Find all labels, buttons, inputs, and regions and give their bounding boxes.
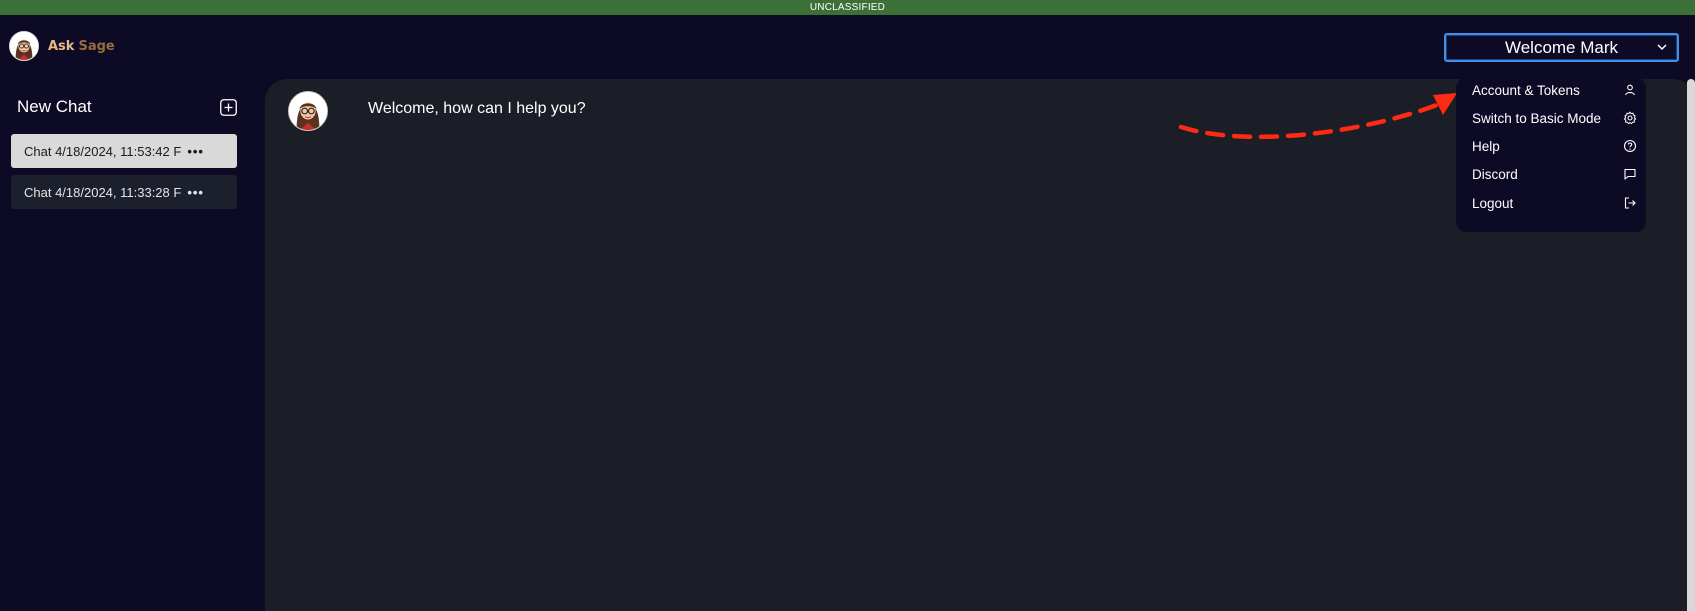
assistant-message: Welcome, how can I help you? [368, 100, 586, 117]
chevron-down-icon [1657, 44, 1667, 51]
menu-item-label: Switch to Basic Mode [1472, 110, 1602, 126]
new-chat-heading: New Chat [17, 97, 92, 116]
user-dropdown-menu: Account & Tokens Switch to Basic Mode He… [1456, 78, 1646, 232]
welcome-label: Welcome Mark [1504, 37, 1619, 57]
chat-history-item[interactable]: Chat 4/18/2024, 11:33:28 F ••• [11, 175, 237, 209]
chat-history-item[interactable]: Chat 4/18/2024, 11:53:42 F ••• [11, 134, 237, 168]
chat-bubble-icon [1624, 168, 1636, 180]
more-options-icon[interactable]: ••• [187, 185, 204, 200]
sage-avatar-icon [9, 31, 39, 61]
menu-item-account-tokens[interactable]: Account & Tokens [1472, 79, 1637, 101]
app-logo[interactable]: Ask Sage [9, 31, 115, 61]
classification-banner: UNCLASSIFIED [0, 0, 1695, 15]
help-circle-icon [1623, 139, 1637, 153]
assistant-avatar-icon [288, 91, 328, 131]
menu-item-help[interactable]: Help [1472, 135, 1637, 157]
menu-item-switch-basic-mode[interactable]: Switch to Basic Mode [1472, 107, 1637, 129]
brand-name: Ask Sage [48, 39, 115, 54]
menu-item-label: Account & Tokens [1472, 82, 1580, 98]
classification-label: UNCLASSIFIED [809, 2, 886, 13]
user-menu-button[interactable]: Welcome Mark [1444, 33, 1679, 62]
add-chat-icon[interactable] [220, 99, 237, 116]
scrollbar[interactable] [1687, 79, 1695, 611]
menu-item-label: Logout [1472, 195, 1514, 211]
brand-ask: Ask [48, 38, 75, 54]
brand-sage: Sage [78, 38, 115, 54]
gear-icon [1623, 111, 1637, 125]
menu-item-label: Help [1472, 138, 1500, 154]
annotation-arrow-icon [1178, 93, 1457, 140]
menu-item-discord[interactable]: Discord [1472, 163, 1637, 185]
logout-icon [1624, 197, 1636, 209]
chat-item-label: Chat 4/18/2024, 11:53:42 F [24, 143, 182, 159]
user-icon [1624, 84, 1636, 96]
menu-item-logout[interactable]: Logout [1472, 192, 1637, 214]
more-options-icon[interactable]: ••• [187, 144, 204, 159]
menu-item-label: Discord [1472, 166, 1518, 182]
chat-item-label: Chat 4/18/2024, 11:33:28 F [24, 184, 182, 200]
